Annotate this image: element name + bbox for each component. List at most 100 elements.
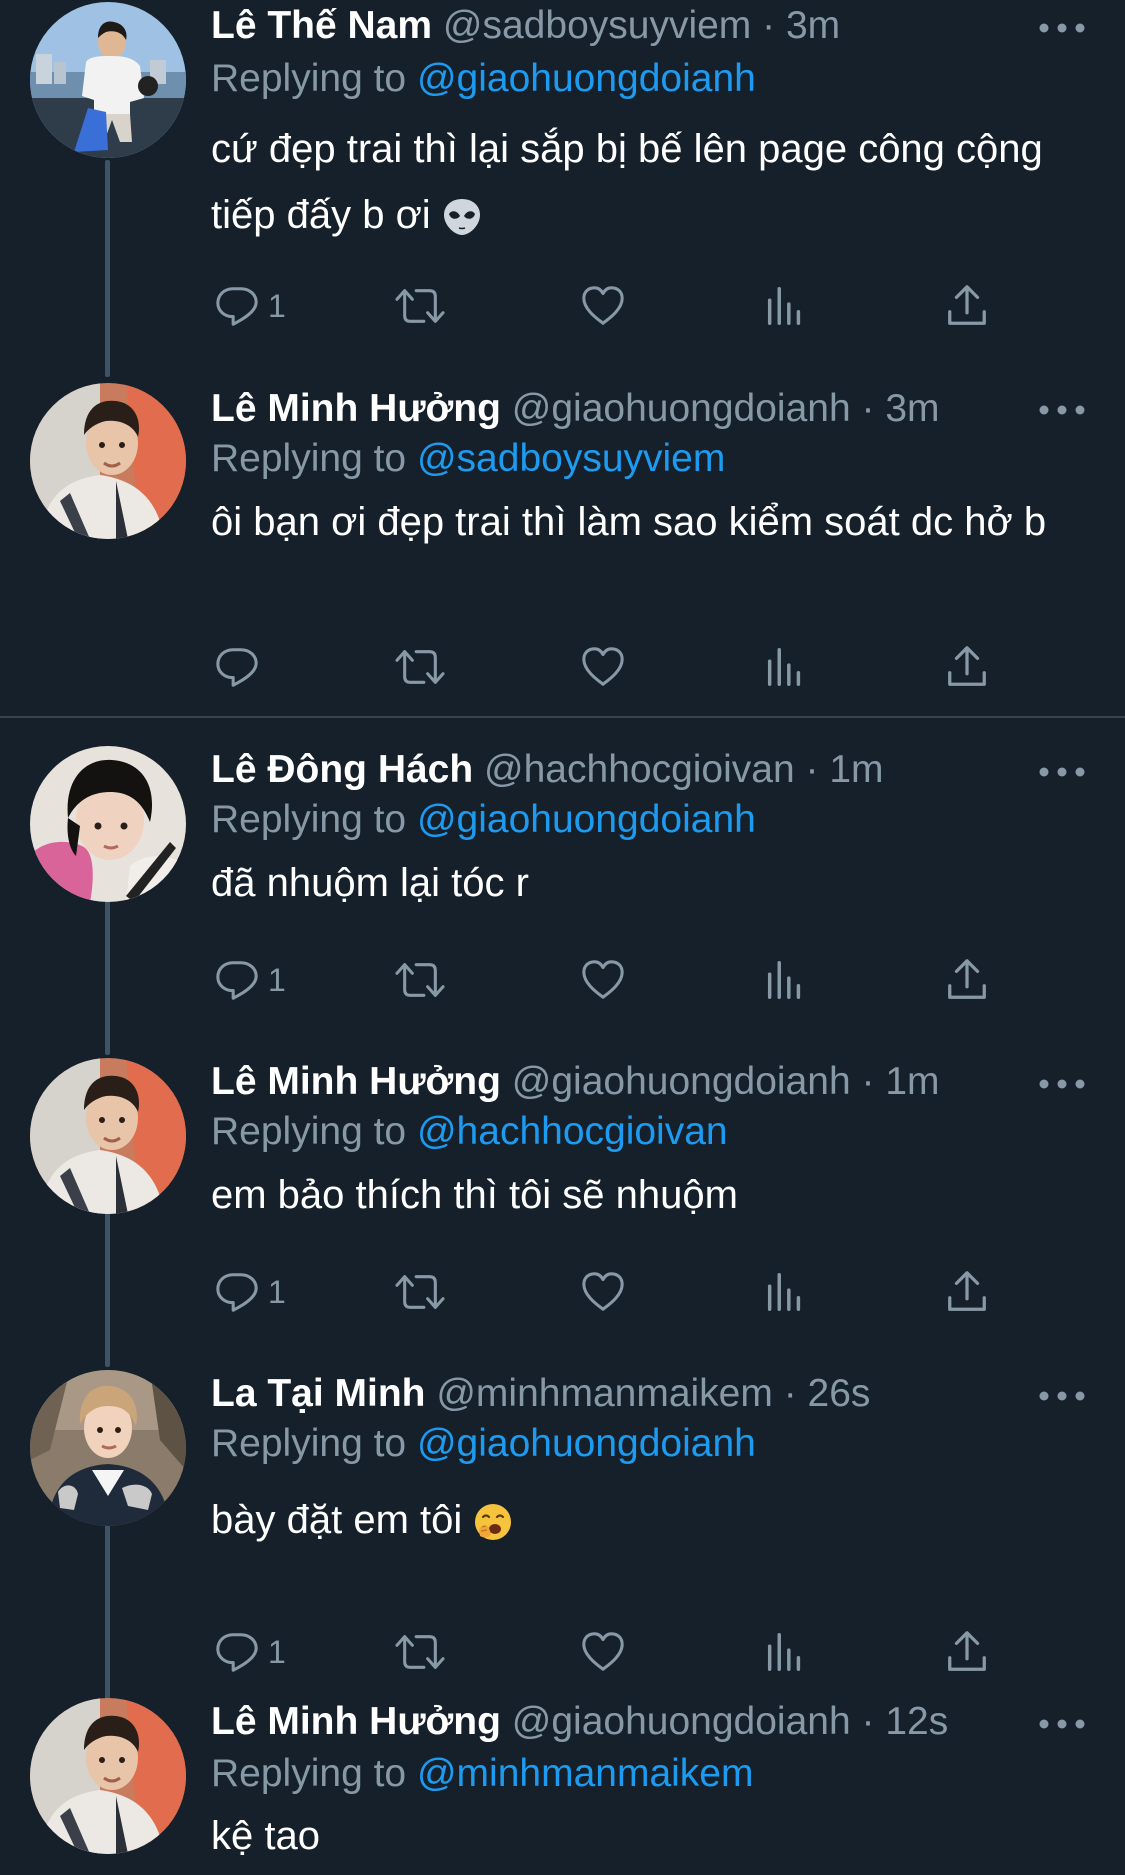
retweet-icon [392, 957, 448, 1003]
like-button[interactable] [580, 1622, 626, 1682]
tweet-text-content: cứ đẹp trai thì lại sắp bị bế lên page c… [211, 127, 1043, 237]
reply-button[interactable]: 1 [214, 276, 286, 336]
more-options-icon[interactable] [1038, 760, 1086, 784]
share-icon [944, 283, 990, 329]
timestamp[interactable]: 12s [885, 1700, 948, 1743]
mention-link[interactable]: @giaohuongdoianh [417, 57, 756, 100]
retweet-button[interactable] [392, 637, 448, 697]
analytics-button[interactable] [762, 1262, 808, 1322]
share-button[interactable] [944, 637, 990, 697]
display-name[interactable]: Lê Thế Nam [211, 4, 432, 47]
user-handle[interactable]: @sadboysuyviem [443, 4, 751, 47]
analytics-button[interactable] [762, 276, 808, 336]
avatar[interactable] [30, 1058, 186, 1214]
mention-link[interactable]: @minhmanmaikem [417, 1752, 754, 1795]
avatar[interactable] [30, 383, 186, 539]
share-button[interactable] [944, 276, 990, 336]
mention-link[interactable]: @giaohuongdoianh [417, 1422, 756, 1465]
display-name[interactable]: Lê Minh Hưởng [211, 387, 501, 430]
timestamp[interactable]: 3m [885, 387, 939, 430]
user-handle[interactable]: @hachhocgioivan [484, 748, 795, 791]
retweet-button[interactable] [392, 276, 448, 336]
heart-icon [580, 644, 626, 690]
retweet-button[interactable] [392, 1622, 448, 1682]
replying-label: Replying to [211, 1422, 407, 1465]
display-name[interactable]: Lê Đông Hách [211, 748, 473, 791]
section-divider [0, 716, 1125, 718]
tweet[interactable]: Lê Thế Nam @sadboysuyviem · 3m Replying … [0, 0, 1125, 360]
separator-dot: · [861, 387, 875, 430]
reply-button[interactable]: 1 [214, 1262, 286, 1322]
tweet-header: La Tại Minh @minhmanmaikem · 26s [211, 1370, 870, 1418]
more-options-icon[interactable] [1038, 1712, 1086, 1736]
analytics-button[interactable] [762, 637, 808, 697]
like-button[interactable] [580, 276, 626, 336]
share-button[interactable] [944, 1622, 990, 1682]
retweet-button[interactable] [392, 1262, 448, 1322]
tweet-text: đã nhuộm lại tóc r [211, 857, 1061, 909]
more-options-icon[interactable] [1038, 1072, 1086, 1096]
mention-link[interactable]: @hachhocgioivan [417, 1110, 728, 1153]
mention-link[interactable]: @giaohuongdoianh [417, 798, 756, 841]
tweet-actions: 1 [0, 1262, 1125, 1322]
reply-icon [214, 1269, 260, 1315]
tweet[interactable]: Lê Đông Hách @hachhocgioivan · 1m Replyi… [0, 744, 1125, 1044]
tweet[interactable]: La Tại Minh @minhmanmaikem · 26s Replyin… [0, 1368, 1125, 1688]
retweet-button[interactable] [392, 950, 448, 1010]
timestamp[interactable]: 1m [829, 748, 883, 791]
user-handle[interactable]: @giaohuongdoianh [512, 1060, 851, 1103]
reply-count: 1 [268, 1633, 286, 1670]
display-name[interactable]: La Tại Minh [211, 1372, 426, 1415]
stats-icon [762, 283, 808, 329]
retweet-icon [392, 283, 448, 329]
more-options-icon[interactable] [1038, 398, 1086, 422]
like-button[interactable] [580, 637, 626, 697]
more-options-icon[interactable] [1038, 1384, 1086, 1408]
tweet-actions: 1 [0, 950, 1125, 1010]
tweet-header: Lê Đông Hách @hachhocgioivan · 1m [211, 746, 884, 794]
reply-button[interactable]: 1 [214, 1622, 286, 1682]
user-handle[interactable]: @minhmanmaikem [436, 1372, 773, 1415]
avatar[interactable] [30, 746, 186, 902]
share-icon [944, 957, 990, 1003]
display-name[interactable]: Lê Minh Hưởng [211, 1700, 501, 1743]
tweet-text-content: bày đặt em tôi [211, 1498, 463, 1542]
tweet-actions [0, 637, 1125, 697]
stats-icon [762, 957, 808, 1003]
tweet[interactable]: Lê Minh Hưởng @giaohuongdoianh · 1m Repl… [0, 1056, 1125, 1356]
retweet-icon [392, 644, 448, 690]
stats-icon [762, 1269, 808, 1315]
more-options-icon[interactable] [1038, 16, 1086, 40]
like-button[interactable] [580, 1262, 626, 1322]
replying-label: Replying to [211, 57, 407, 100]
tweet[interactable]: Lê Minh Hưởng @giaohuongdoianh · 3m Repl… [0, 380, 1125, 710]
timestamp[interactable]: 1m [885, 1060, 939, 1103]
timestamp[interactable]: 26s [808, 1372, 871, 1415]
user-handle[interactable]: @giaohuongdoianh [512, 387, 851, 430]
share-icon [944, 644, 990, 690]
display-name[interactable]: Lê Minh Hưởng [211, 1060, 501, 1103]
analytics-button[interactable] [762, 950, 808, 1010]
timestamp[interactable]: 3m [786, 4, 840, 47]
yawning-face-emoji [473, 1502, 513, 1542]
share-button[interactable] [944, 1262, 990, 1322]
analytics-button[interactable] [762, 1622, 808, 1682]
user-handle[interactable]: @giaohuongdoianh [512, 1700, 851, 1743]
avatar[interactable] [30, 1698, 186, 1854]
reply-icon [214, 957, 260, 1003]
reply-count: 1 [268, 1273, 286, 1310]
tweet-header: Lê Minh Hưởng @giaohuongdoianh · 3m [211, 385, 940, 433]
reply-button[interactable] [214, 637, 260, 697]
reply-button[interactable]: 1 [214, 950, 286, 1010]
tweet[interactable]: Lê Minh Hưởng @giaohuongdoianh · 12s Rep… [0, 1698, 1125, 1875]
share-button[interactable] [944, 950, 990, 1010]
separator-dot: · [783, 1372, 797, 1415]
like-button[interactable] [580, 950, 626, 1010]
tweet-actions: 1 [0, 1622, 1125, 1682]
avatar[interactable] [30, 1370, 186, 1526]
avatar[interactable] [30, 2, 186, 158]
mention-link[interactable]: @sadboysuyviem [417, 437, 725, 480]
replying-to-line: Replying to @giaohuongdoianh [211, 796, 756, 844]
tweet-header: Lê Minh Hưởng @giaohuongdoianh · 12s [211, 1698, 948, 1746]
replying-to-line: Replying to @giaohuongdoianh [211, 1420, 756, 1468]
